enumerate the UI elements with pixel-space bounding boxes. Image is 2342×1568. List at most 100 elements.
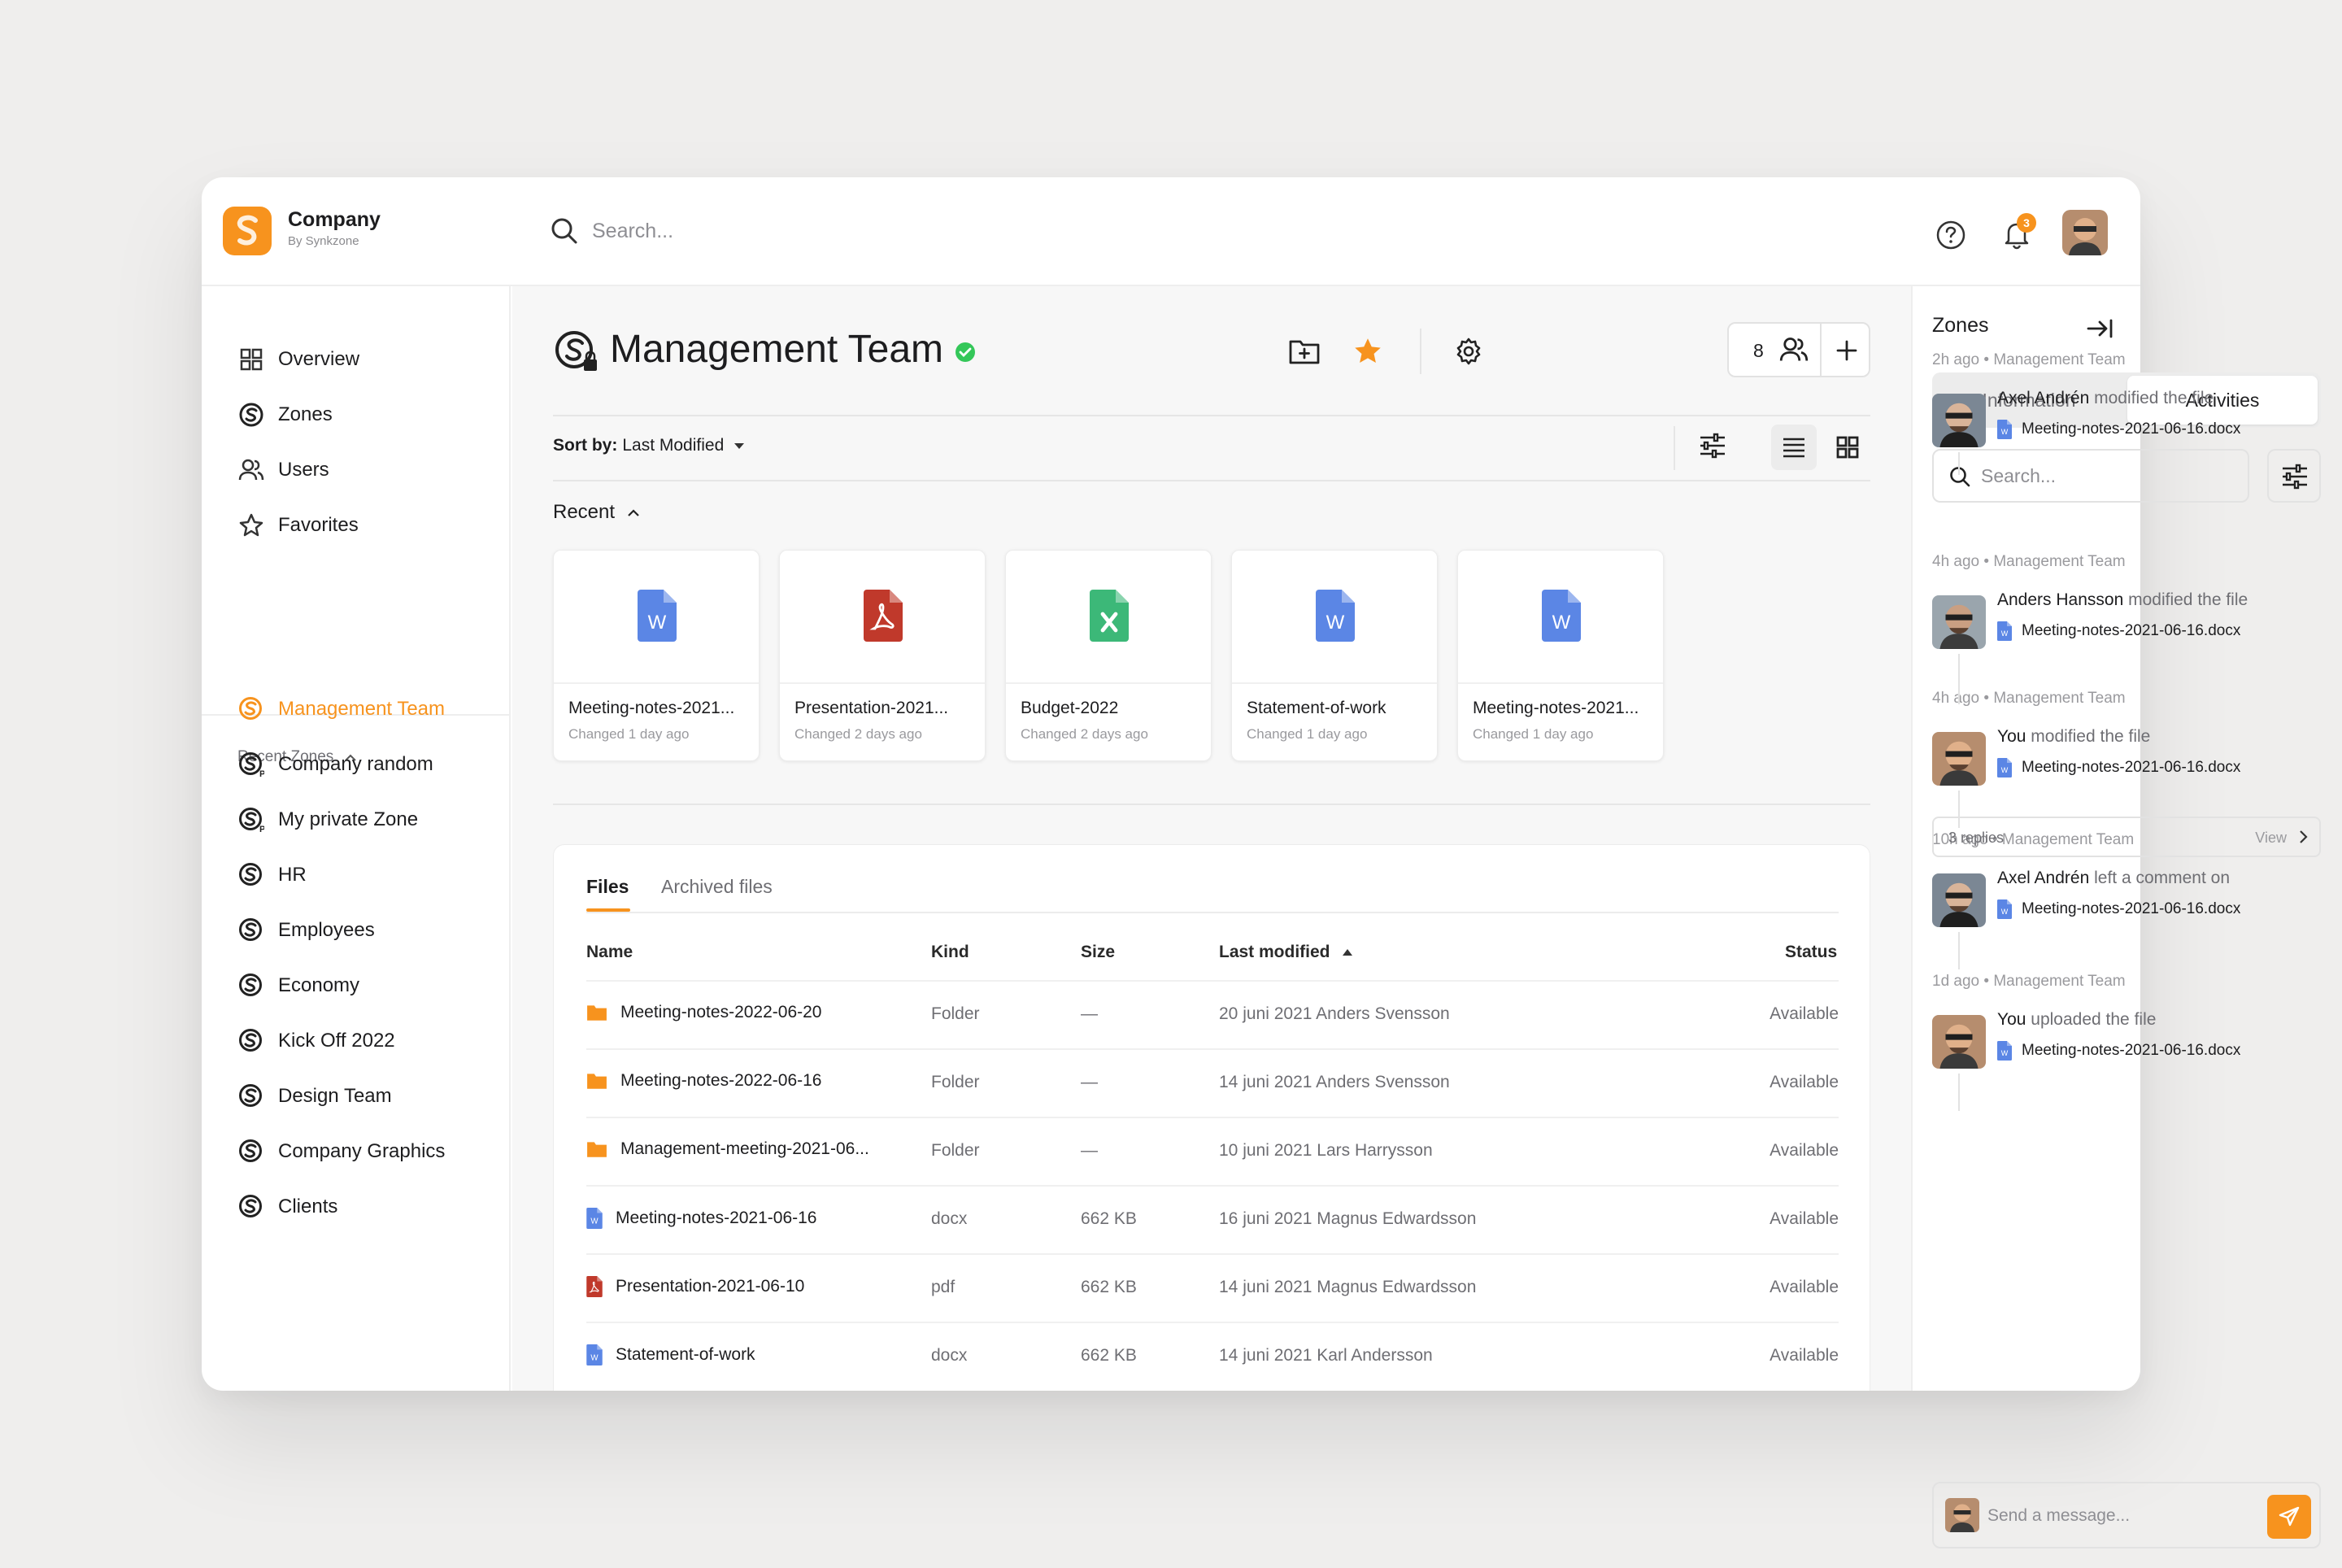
chevron-right-icon: [2300, 830, 2308, 843]
sidebar-item-users[interactable]: Users: [237, 454, 329, 486]
zone-icon: [237, 1027, 265, 1055]
caret-down-icon: [734, 443, 745, 449]
sidebar-zone-my-private-zone[interactable]: P My private Zone: [237, 804, 418, 836]
members-count[interactable]: 8: [1753, 340, 1764, 362]
sidebar-zone-kick-off-2022[interactable]: Kick Off 2022: [237, 1025, 395, 1057]
table-row[interactable]: Meeting-notes-2022-06-16 Folder — 14 jun…: [586, 1048, 1839, 1117]
grid-view-icon[interactable]: [1836, 436, 1859, 459]
file-name-cell: W Statement-of-work: [586, 1344, 755, 1365]
sidebar-zone-clients[interactable]: Clients: [237, 1191, 337, 1223]
toolbar-divider: [1420, 329, 1421, 374]
table-row[interactable]: Meeting-notes-2022-06-20 Folder — 20 jun…: [586, 980, 1839, 1048]
global-search[interactable]: Search...: [550, 215, 956, 247]
file-preview: W: [1232, 551, 1437, 684]
send-icon: [2279, 1506, 2300, 1527]
recent-file-card[interactable]: Budget-2022 Changed 2 days ago: [1005, 550, 1212, 761]
sidebar-item-overview[interactable]: Overview: [237, 343, 359, 376]
sidebar-zone-management-team[interactable]: Management Team: [237, 693, 445, 725]
tab-files[interactable]: Files: [586, 876, 629, 898]
grid-icon: [237, 346, 265, 373]
file-name: Statement-of-work: [1247, 699, 1386, 717]
sidebar-item-zones[interactable]: Zones: [237, 399, 333, 431]
members-icon[interactable]: [1779, 337, 1809, 363]
tab-archived-files[interactable]: Archived files: [661, 876, 773, 898]
col-header-size[interactable]: Size: [1081, 943, 1115, 962]
message-input[interactable]: Send a message...: [1987, 1506, 2130, 1526]
top-header: Company By Synkzone Search... 3: [202, 177, 2140, 286]
sidebar-zone-design-team[interactable]: Design Team: [237, 1080, 392, 1113]
col-header-last-modified[interactable]: Last modified: [1219, 943, 1353, 962]
sidebar-item-label: Zones: [278, 403, 333, 425]
list-view-button[interactable]: [1771, 425, 1817, 470]
file-preview: [780, 551, 985, 684]
sidebar-item-label: Management Team: [278, 698, 446, 720]
file-size-cell: 662 KB: [1081, 1278, 1137, 1296]
message-composer: Send a message...: [1932, 1482, 2321, 1548]
recent-file-card[interactable]: W Meeting-notes-2021... Changed 1 day ago: [553, 550, 760, 761]
favorite-star-icon[interactable]: [1353, 337, 1382, 366]
brand-subtitle: By Synkzone: [288, 234, 359, 248]
list-icon: [1783, 438, 1804, 458]
sidebar-zone-company-graphics[interactable]: Company Graphics: [237, 1135, 445, 1168]
recent-section-toggle[interactable]: Recent: [553, 501, 641, 524]
sidebar-zone-employees[interactable]: Employees: [237, 914, 375, 947]
svg-text:W: W: [590, 1217, 599, 1226]
sidebar-zone-economy[interactable]: Economy: [237, 969, 359, 1002]
file-kind-cell: docx: [931, 1346, 968, 1365]
table-row[interactable]: W Meeting-notes-2021-06-16 docx 662 KB 16…: [586, 1185, 1839, 1253]
sidebar-item-label: Employees: [278, 919, 375, 941]
notification-badge: 3: [2017, 213, 2036, 233]
file-name-cell: Management-meeting-2021-06...: [586, 1139, 869, 1159]
file-modified-cell: 10 juni 2021 Lars Harrysson: [1219, 1141, 1433, 1160]
word-file-icon: W: [586, 1344, 603, 1365]
recent-file-card[interactable]: W Meeting-notes-2021... Changed 1 day ago: [1457, 550, 1664, 761]
col-header-name[interactable]: Name: [586, 943, 633, 962]
new-folder-icon[interactable]: [1288, 337, 1321, 366]
company-logo[interactable]: [223, 207, 272, 255]
folder-icon: [587, 1074, 607, 1089]
sort-ascending-icon: [1342, 949, 1352, 956]
sidebar-item-label: Design Team: [278, 1085, 392, 1107]
file-preview: W: [1458, 551, 1663, 684]
page-title: Management Team: [610, 328, 944, 371]
file-changed: Changed 2 days ago: [794, 726, 922, 742]
svg-text:W: W: [648, 612, 667, 634]
activity-filter-button[interactable]: [2267, 449, 2321, 503]
file-status-cell: Available: [1770, 1073, 1839, 1091]
sidebar-item-label: HR: [278, 864, 307, 886]
search-input[interactable]: Search...: [592, 220, 673, 243]
zone-icon: P: [237, 751, 265, 778]
word-file-icon: W: [1542, 590, 1581, 642]
col-header-status[interactable]: Status: [1785, 943, 1837, 962]
recent-file-card[interactable]: Presentation-2021... Changed 2 days ago: [779, 550, 986, 761]
add-member-icon[interactable]: [1835, 338, 1859, 363]
divider: [553, 804, 1870, 805]
table-row[interactable]: Presentation-2021-06-10 pdf 662 KB 14 ju…: [586, 1253, 1839, 1322]
user-avatar[interactable]: [2062, 210, 2108, 255]
table-row[interactable]: W Statement-of-work docx 662 KB 14 juni 2…: [586, 1322, 1839, 1390]
filter-sliders-icon[interactable]: [1698, 431, 1727, 460]
file-size-cell: —: [1081, 1073, 1098, 1091]
brand-name: Company: [288, 208, 381, 231]
tab-activities[interactable]: Activities: [2127, 376, 2318, 425]
file-kind-cell: pdf: [931, 1278, 956, 1296]
members-control: 8: [1727, 322, 1870, 377]
col-header-kind[interactable]: Kind: [931, 943, 969, 962]
file-modified-cell: 16 juni 2021 Magnus Edwardsson: [1219, 1209, 1477, 1228]
sidebar-zone-company-random[interactable]: P Company random: [237, 748, 433, 781]
file-name-cell: Meeting-notes-2022-06-16: [586, 1071, 822, 1091]
col-header-label: Last modified: [1219, 943, 1330, 961]
excel-file-icon: [1090, 590, 1129, 642]
file-name: Meeting-notes-2021...: [568, 699, 735, 717]
table-row[interactable]: Management-meeting-2021-06... Folder — 1…: [586, 1117, 1839, 1185]
gear-icon[interactable]: [1454, 337, 1483, 366]
sidebar-item-favorites[interactable]: Favorites: [237, 509, 359, 542]
recent-file-card[interactable]: W Statement-of-work Changed 1 day ago: [1231, 550, 1438, 761]
file-kind-cell: Folder: [931, 1141, 980, 1160]
help-icon[interactable]: [1935, 220, 1966, 250]
sort-dropdown[interactable]: Sort by: Last Modified: [553, 436, 745, 455]
send-button[interactable]: [2267, 1495, 2311, 1539]
sidebar-zone-hr[interactable]: HR: [237, 859, 307, 891]
sidebar-item-label: Users: [278, 459, 329, 481]
zone-lock-icon: [555, 331, 597, 371]
